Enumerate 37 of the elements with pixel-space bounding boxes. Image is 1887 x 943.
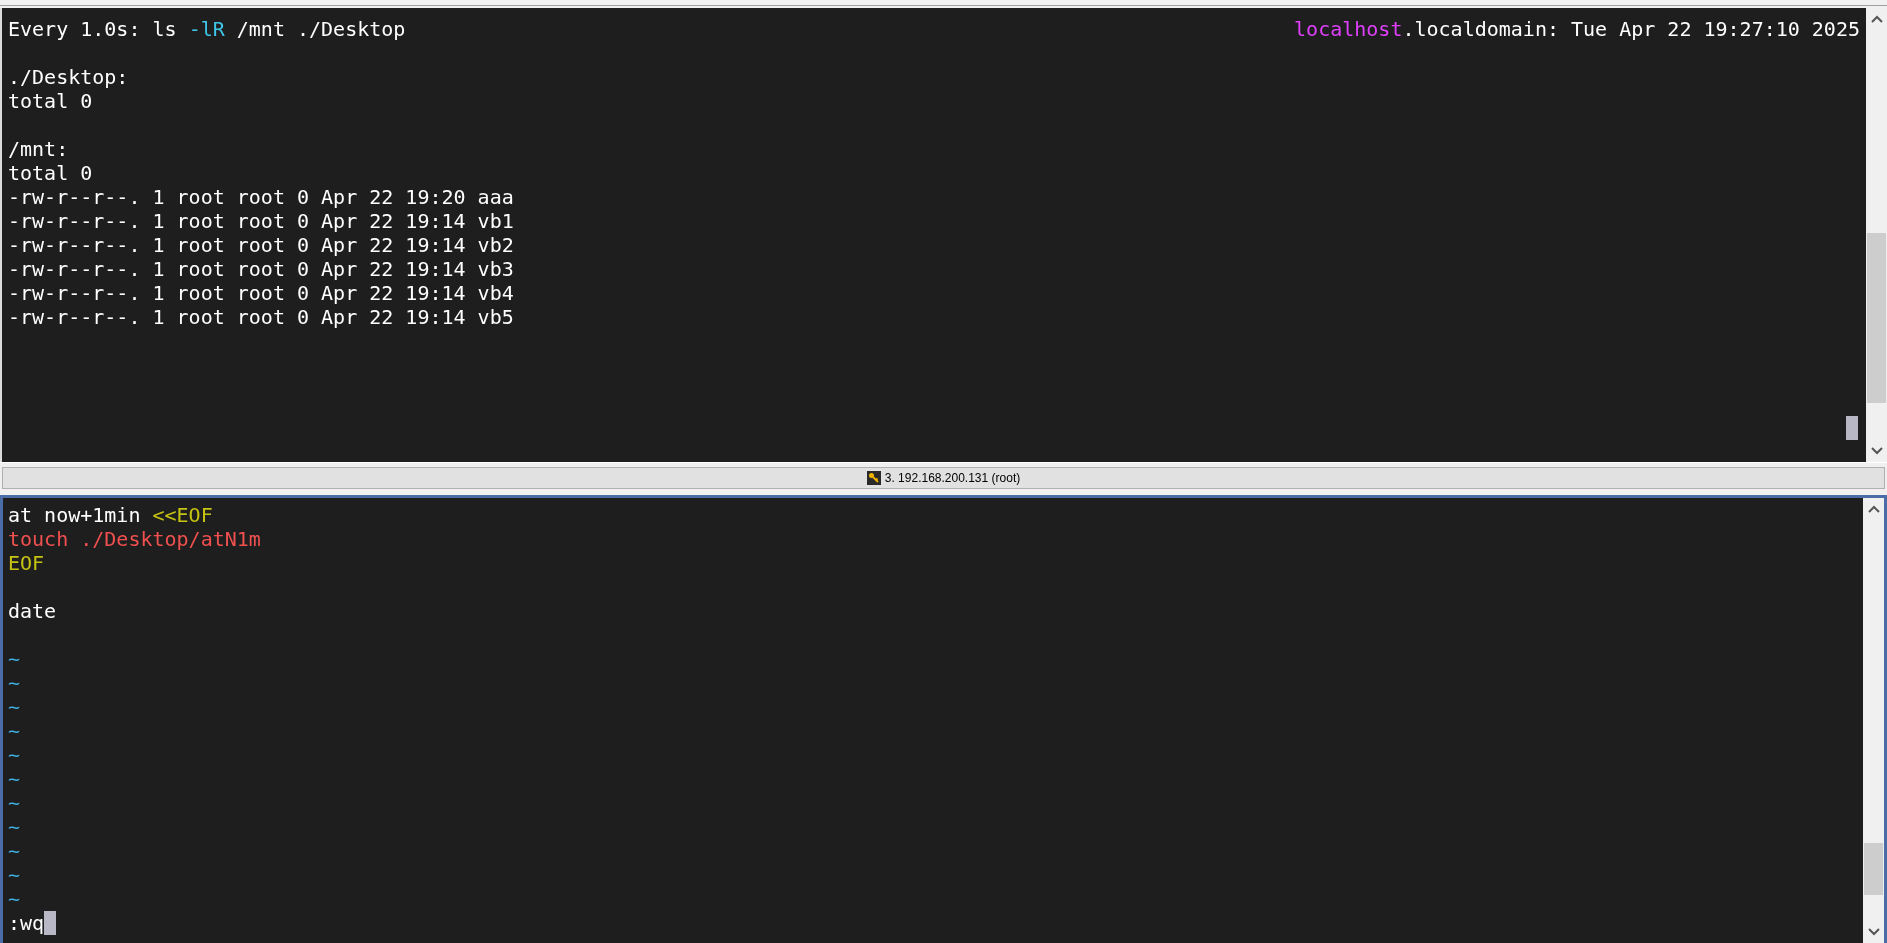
empty-line-marker: ~ [8,767,21,791]
watch-timestamp: localhost.localdomain: Tue Apr 22 19:27:10 2025 [1294,17,1860,41]
terminal-cursor [1846,416,1858,440]
key-icon [866,470,881,485]
empty-line-marker: ~ [8,719,21,743]
empty-line-marker: ~ [8,671,21,695]
empty-line-marker: ~ [8,695,21,719]
terminal-line: -rw-r--r--. 1 root root 0 Apr 22 19:14 vb3 [8,257,514,281]
session-tab[interactable]: 3. 192.168.200.131 (root) [2,466,1885,489]
terminal-line: date [8,599,57,623]
terminal-line: total 0 [8,161,93,185]
scroll-down-icon[interactable] [1867,928,1880,936]
terminal-line: /mnt: [8,137,69,161]
scrollbar-thumb[interactable] [1867,233,1886,403]
terminal-line: ./Desktop: [8,65,129,89]
watch-header: Every 1.0s: ls -lR /mnt ./Desktop [8,17,406,41]
empty-line-marker: ~ [8,815,21,839]
terminal-line: -rw-r--r--. 1 root root 0 Apr 22 19:14 vb5 [8,305,514,329]
terminal-line: touch ./Desktop/atN1m [8,527,261,551]
terminal-line: at now+1min <<EOF [8,503,213,527]
terminal-line: EOF [8,551,45,575]
empty-line-marker: ~ [8,839,21,863]
scroll-down-icon[interactable] [1870,447,1883,455]
terminal-line: -rw-r--r--. 1 root root 0 Apr 22 19:14 vb4 [8,281,514,305]
scrollbar-thumb[interactable] [1864,843,1883,895]
terminal-line: total 0 [8,89,93,113]
terminal-line: -rw-r--r--. 1 root root 0 Apr 22 19:14 vb2 [8,233,514,257]
scroll-up-icon[interactable] [1870,15,1883,23]
empty-line-marker: ~ [8,647,21,671]
terminal-line: -rw-r--r--. 1 root root 0 Apr 22 19:14 vb1 [8,209,514,233]
empty-line-marker: ~ [8,863,21,887]
terminal-line: -rw-r--r--. 1 root root 0 Apr 22 19:20 aaa [8,185,514,209]
scroll-up-icon[interactable] [1867,505,1880,513]
empty-line-marker: ~ [8,743,21,767]
empty-line-marker: ~ [8,887,21,911]
empty-line-marker: ~ [8,791,21,815]
command-line[interactable]: :wq [8,911,45,935]
